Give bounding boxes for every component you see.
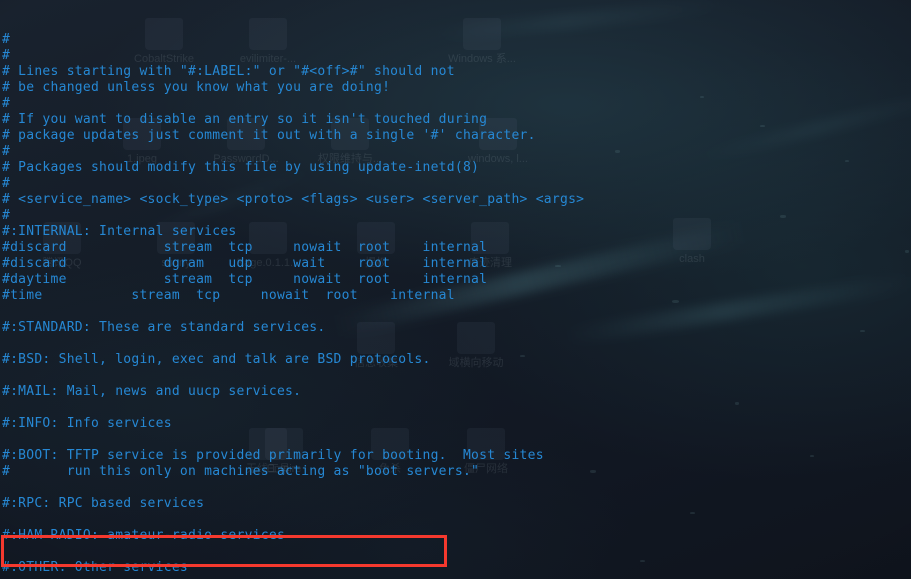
terminal-window[interactable]: CobaltStrikeevilimiter-...Windows 系...1.… <box>0 0 911 579</box>
editor-line: # <box>2 96 11 111</box>
editor-line: #:RPC: RPC based services <box>2 496 205 511</box>
editor-line: # <box>2 144 11 159</box>
editor-line: # <box>2 32 11 47</box>
editor-line: #:INFO: Info services <box>2 416 172 431</box>
editor-line: # <box>2 176 11 191</box>
editor-line: #discard dgram udp wait root internal <box>2 256 488 271</box>
editor-line: # Packages should modify this file by us… <box>2 160 480 175</box>
editor-line: #:MAIL: Mail, news and uucp services. <box>2 384 302 399</box>
editor-buffer[interactable]: # # # Lines starting with "#:LABEL:" or "#… <box>0 0 911 579</box>
editor-line: #daytime stream tcp nowait root internal <box>2 272 488 287</box>
editor-line: # be changed unless you know what you ar… <box>2 80 391 95</box>
editor-line: #:OTHER: Other services <box>2 560 188 575</box>
editor-line: # run this only on machines acting as "b… <box>2 464 480 479</box>
buffer-line-list: # # # Lines starting with "#:LABEL:" or "#… <box>0 32 911 576</box>
editor-line: #:INTERNAL: Internal services <box>2 224 237 239</box>
editor-line: # Lines starting with "#:LABEL:" or "#<o… <box>2 64 455 79</box>
editor-line: #:STANDARD: These are standard services. <box>2 320 326 335</box>
editor-line: #:BOOT: TFTP service is provided primari… <box>2 448 544 463</box>
editor-line: # <service_name> <sock_type> <proto> <fl… <box>2 192 585 207</box>
editor-line: # <box>2 48 11 63</box>
editor-line: #:BSD: Shell, login, exec and talk are B… <box>2 352 431 367</box>
editor-line: #:HAM-RADIO: amateur-radio services <box>2 528 286 543</box>
editor-line: #time stream tcp nowait root internal <box>2 288 455 303</box>
editor-line: #discard stream tcp nowait root internal <box>2 240 488 255</box>
editor-line: # If you want to disable an entry so it … <box>2 112 488 127</box>
editor-line: # package updates just comment it out wi… <box>2 128 536 143</box>
editor-line: # <box>2 208 11 223</box>
